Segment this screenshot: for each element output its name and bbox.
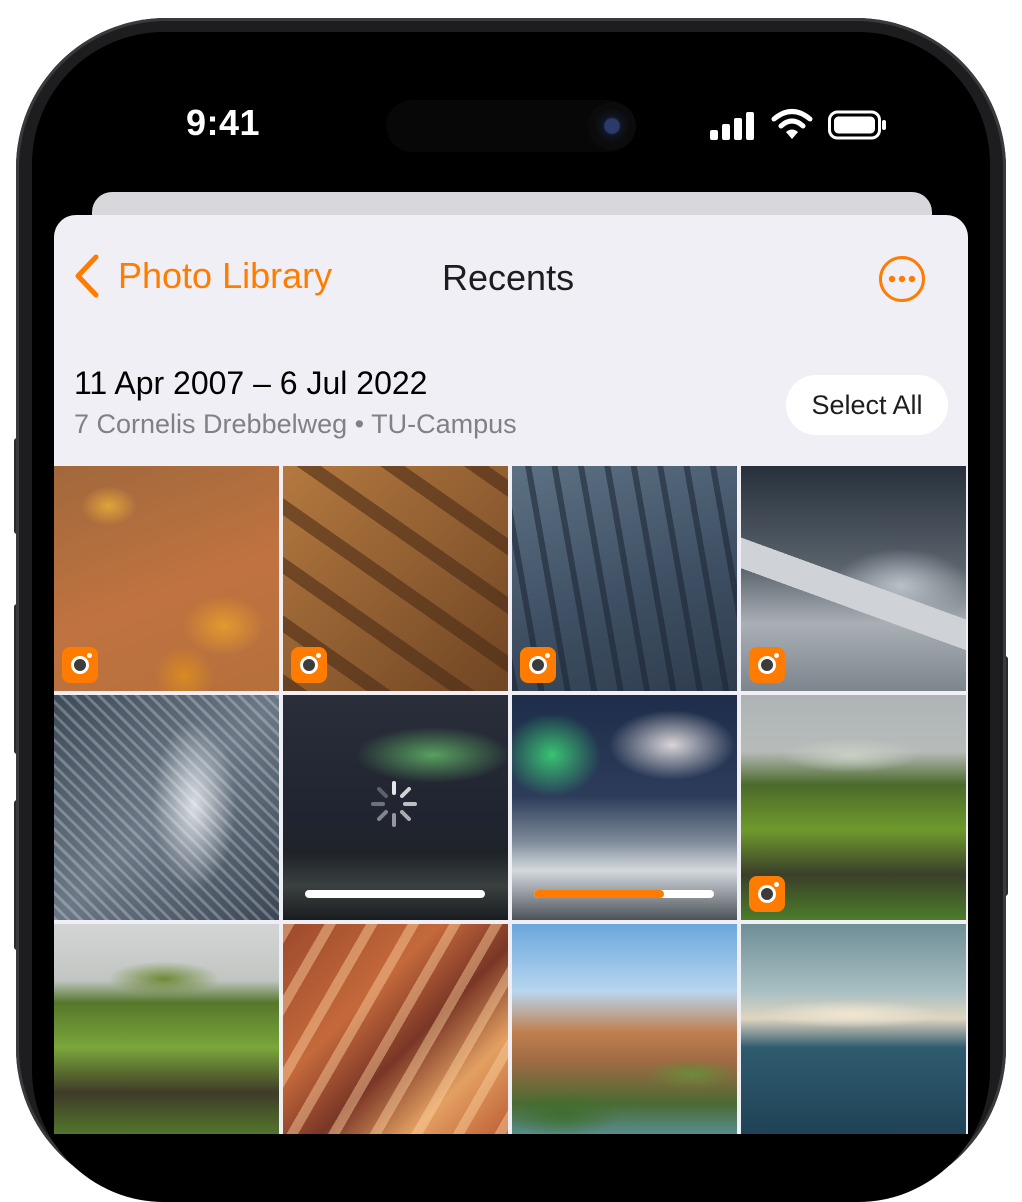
upload-progress-fill [534, 890, 664, 898]
ellipsis-circle-icon[interactable] [878, 255, 926, 303]
cellular-signal-icon [710, 110, 756, 140]
battery-icon [828, 110, 886, 140]
photo-thumbnail[interactable] [283, 466, 508, 691]
photo-grid [54, 466, 968, 1134]
location-subtitle: 7 Cornelis Drebbelweg • TU-Campus [74, 409, 517, 439]
photo-thumbnail[interactable] [512, 466, 737, 691]
camera-badge-icon [749, 647, 785, 683]
photo-picker-sheet: Photo Library Recents 11 Apr 2007 – 6 Ju… [54, 215, 968, 1134]
photo-thumbnail[interactable] [54, 695, 279, 920]
photo-thumbnail[interactable] [283, 924, 508, 1134]
page-title: Recents [442, 257, 575, 298]
wifi-icon [771, 109, 813, 139]
back-button-label: Photo Library [118, 255, 333, 296]
upload-progress-bar [534, 890, 714, 898]
photo-thumbnail[interactable] [741, 695, 966, 920]
camera-badge-icon [291, 647, 327, 683]
date-range-heading: 11 Apr 2007 – 6 Jul 2022 [74, 365, 428, 401]
loading-spinner-icon [371, 781, 417, 827]
camera-badge-icon [62, 647, 98, 683]
status-time: 9:41 [186, 102, 261, 143]
photo-thumbnail[interactable] [741, 466, 966, 691]
photo-thumbnail[interactable] [741, 924, 966, 1134]
back-button[interactable]: Photo Library [72, 253, 332, 299]
select-all-button[interactable]: Select All [786, 375, 948, 435]
camera-icon [588, 102, 636, 150]
photo-thumbnail[interactable] [54, 924, 279, 1134]
upload-progress-bar [305, 890, 485, 898]
photo-thumbnail[interactable] [54, 466, 279, 691]
photo-thumbnail[interactable] [512, 695, 737, 920]
photo-thumbnail[interactable] [512, 924, 737, 1134]
photo-thumbnail[interactable] [283, 695, 508, 920]
chevron-left-icon [75, 254, 99, 298]
camera-badge-icon [749, 876, 785, 912]
camera-badge-icon [520, 647, 556, 683]
